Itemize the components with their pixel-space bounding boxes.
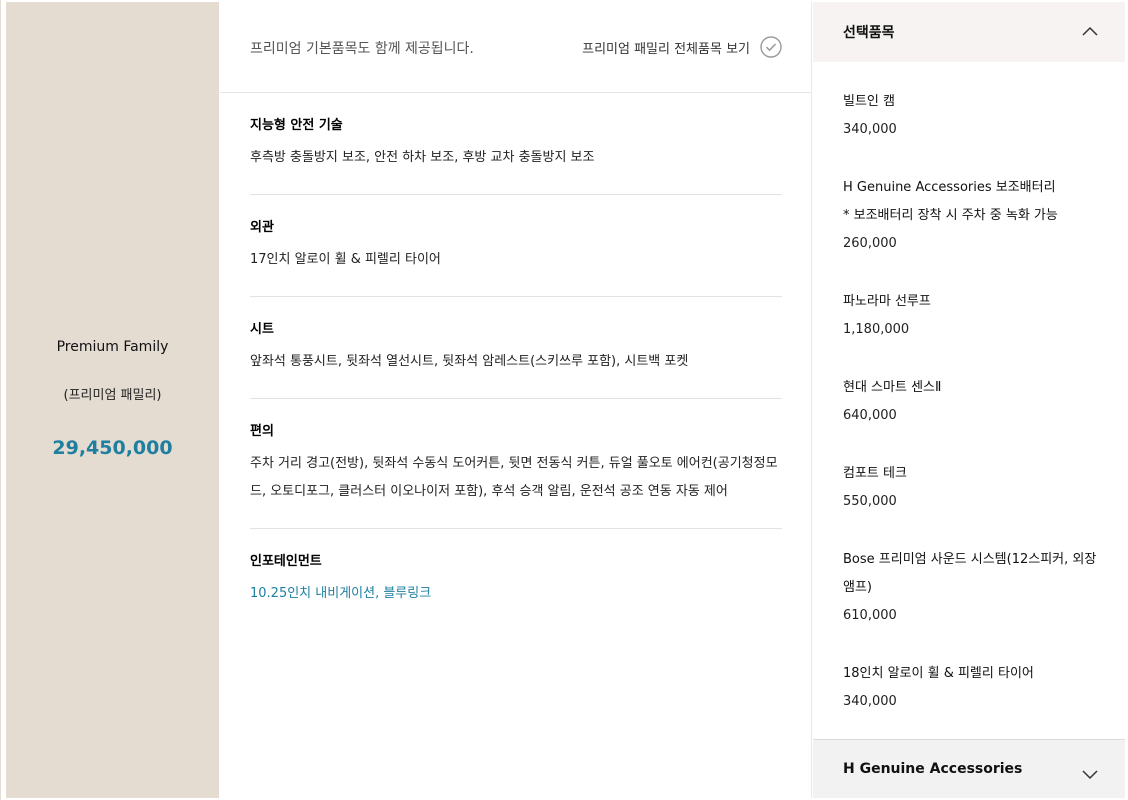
view-all-items-label: 프리미엄 패밀리 전체품목 보기 [582, 41, 750, 57]
option-name: 현대 스마트 센스Ⅱ [843, 380, 942, 395]
spec-section-title: 인포테인먼트 [250, 554, 322, 569]
spec-section: 지능형 안전 기술 후측방 충돌방지 보조, 안전 하차 보조, 후방 교차 충… [250, 93, 782, 195]
spec-section-body: 후측방 충돌방지 보조, 안전 하차 보조, 후방 교차 충돌방지 보조 [250, 150, 595, 165]
options-list: 빌트인 캠 340,000 H Genuine Accessories 보조배터… [843, 88, 1103, 746]
option-price: 610,000 [843, 608, 897, 623]
option-name: 빌트인 캠 [843, 94, 895, 109]
spec-section: 외관 17인치 알로이 휠 & 피렐리 타이어 [250, 195, 782, 297]
spec-section: 인포테인먼트 10.25인치 내비게이션, 블루링크 [250, 529, 782, 630]
spec-section: 시트 앞좌석 통풍시트, 뒷좌석 열선시트, 뒷좌석 암레스트(스키쓰루 포함)… [250, 297, 782, 399]
spec-section-body: 10.25인치 내비게이션, 블루링크 [250, 586, 432, 601]
options-header-toggle[interactable]: 선택품목 [813, 2, 1125, 62]
option-name: H Genuine Accessories 보조배터리 [843, 180, 1056, 195]
option-item: H Genuine Accessories 보조배터리 * 보조배터리 장착 시… [843, 174, 1103, 258]
chevron-down-icon [1082, 770, 1098, 780]
option-item: Bose 프리미엄 사운드 시스템(12스피커, 외장앰프) 610,000 [843, 546, 1103, 630]
spec-panel: 프리미엄 기본품목도 함께 제공됩니다. 프리미엄 패밀리 전체품목 보기 지능… [220, 2, 812, 798]
option-name: Bose 프리미엄 사운드 시스템(12스피커, 외장앰프) [843, 552, 1097, 595]
option-price: 340,000 [843, 122, 897, 137]
spec-section: 편의 주차 거리 경고(전방), 뒷좌석 수동식 도어커튼, 뒷면 전동식 커튼… [250, 399, 782, 529]
option-price: 340,000 [843, 694, 897, 709]
accessories-section-toggle[interactable]: H Genuine Accessories [813, 739, 1125, 798]
option-price: 640,000 [843, 408, 897, 423]
check-circle-icon [760, 36, 782, 58]
spec-section-body: 17인치 알로이 휠 & 피렐리 타이어 [250, 252, 441, 267]
spec-section-body: 앞좌석 통풍시트, 뒷좌석 열선시트, 뒷좌석 암레스트(스키쓰루 포함), 시… [250, 354, 689, 369]
option-note: * 보조배터리 장착 시 주차 중 녹화 가능 [843, 208, 1058, 223]
option-item: 18인치 알로이 휠 & 피렐리 타이어 340,000 [843, 660, 1103, 716]
option-price: 260,000 [843, 236, 897, 251]
spec-section-title: 편의 [250, 424, 274, 439]
trim-compare-panel: Premium Family (프리미엄 패밀리) 29,450,000 프리미… [0, 0, 1128, 800]
option-item: 현대 스마트 센스Ⅱ 640,000 [843, 374, 1103, 430]
spec-note: 프리미엄 기본품목도 함께 제공됩니다. [250, 41, 474, 57]
option-item: 빌트인 캠 340,000 [843, 88, 1103, 144]
spec-section-title: 지능형 안전 기술 [250, 118, 343, 133]
option-name: 컴포트 테크 [843, 466, 907, 481]
option-item: 파노라마 선루프 1,180,000 [843, 288, 1103, 344]
view-all-items-link[interactable]: 프리미엄 패밀리 전체품목 보기 [582, 36, 782, 58]
spec-section-title: 시트 [250, 322, 274, 337]
chevron-up-icon [1082, 26, 1098, 36]
spec-section-title: 외관 [250, 220, 274, 235]
option-name: 파노라마 선루프 [843, 294, 931, 309]
spec-section-body: 주차 거리 경고(전방), 뒷좌석 수동식 도어커튼, 뒷면 전동식 커튼, 듀… [250, 456, 778, 499]
options-panel: 선택품목 빌트인 캠 340,000 H Genuine Accessories… [813, 2, 1125, 798]
spec-sections: 지능형 안전 기술 후측방 충돌방지 보조, 안전 하차 보조, 후방 교차 충… [250, 93, 782, 630]
option-price: 1,180,000 [843, 322, 910, 337]
trim-summary: Premium Family (프리미엄 패밀리) 29,450,000 [6, 2, 219, 798]
option-price: 550,000 [843, 494, 897, 509]
trim-price: 29,450,000 [52, 437, 173, 459]
trim-subtitle: (프리미엄 패밀리) [63, 388, 162, 403]
spec-header: 프리미엄 기본품목도 함께 제공됩니다. 프리미엄 패밀리 전체품목 보기 [220, 2, 812, 93]
options-header-title: 선택품목 [843, 25, 895, 41]
option-name: 18인치 알로이 휠 & 피렐리 타이어 [843, 666, 1034, 681]
trim-name: Premium Family [56, 339, 169, 355]
option-item: 컴포트 테크 550,000 [843, 460, 1103, 516]
accessories-section-title: H Genuine Accessories [843, 761, 1023, 777]
